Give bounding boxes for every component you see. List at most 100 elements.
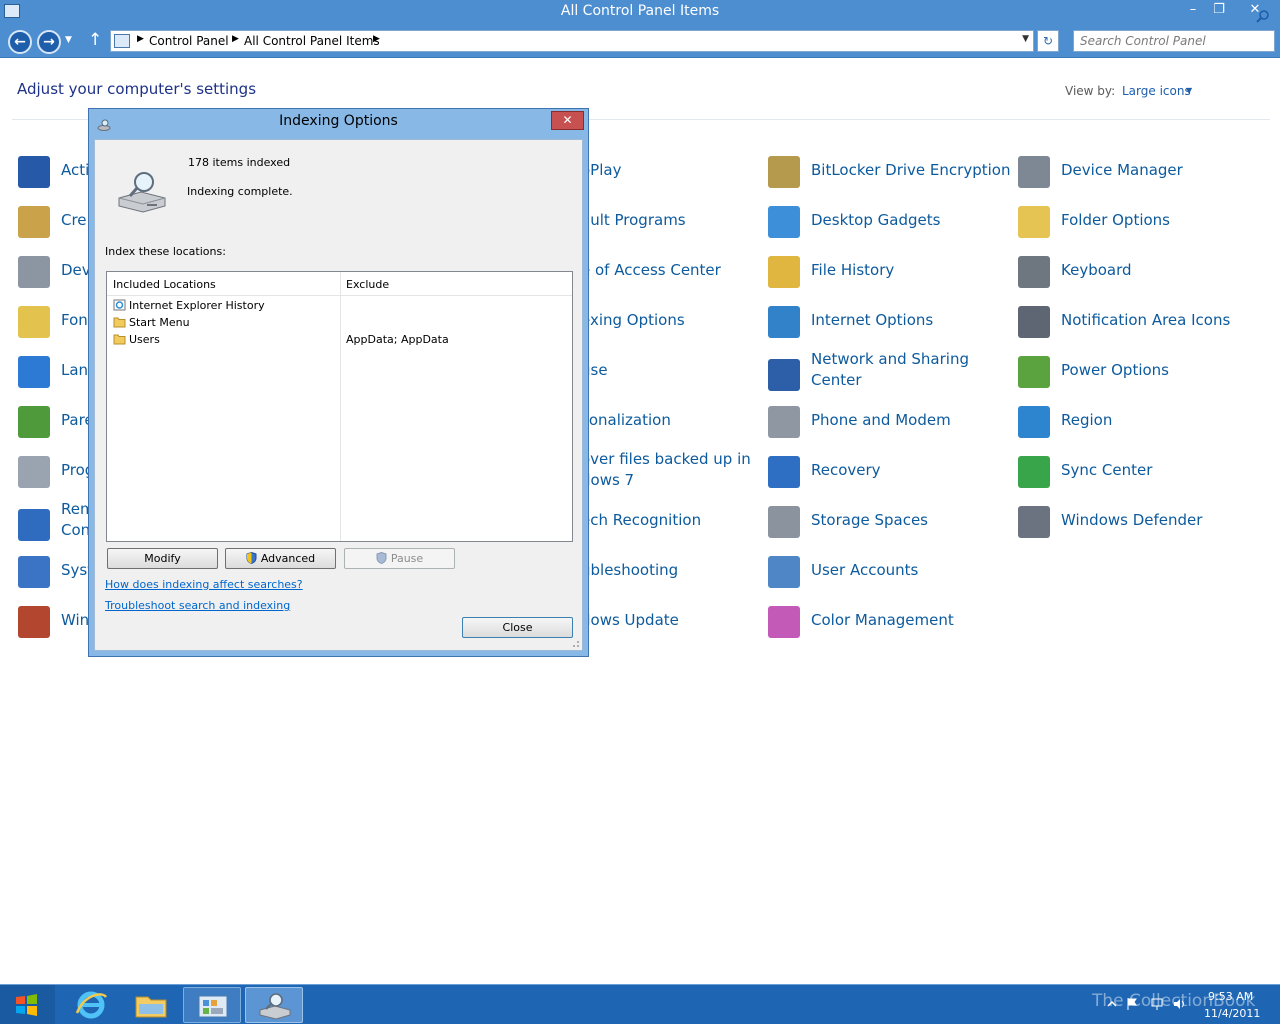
recovery-icon xyxy=(768,456,800,488)
control-panel-item-label: Phone and Modem xyxy=(811,411,951,429)
flag-icon xyxy=(18,156,50,188)
view-by-chevron-down-icon[interactable]: ▼ xyxy=(1186,86,1192,95)
maximize-button[interactable]: ❐ xyxy=(1206,0,1232,20)
search-icon[interactable] xyxy=(1256,9,1270,23)
control-panel-item[interactable]: Color Management xyxy=(768,606,1008,654)
breadcrumb-separator-icon[interactable]: ▶ xyxy=(373,34,380,44)
window-title: All Control Panel Items xyxy=(560,3,720,19)
breadcrumb-separator-icon[interactable]: ▶ xyxy=(232,34,239,44)
taskbar-indexing-options[interactable] xyxy=(245,987,303,1023)
index-locations-label: Index these locations: xyxy=(105,245,226,258)
show-hidden-icons-icon[interactable] xyxy=(1105,997,1119,1011)
control-panel-icon xyxy=(114,34,130,48)
breadcrumb-separator-icon[interactable]: ▶ xyxy=(137,34,144,44)
troubleshoot-indexing-link[interactable]: Troubleshoot search and indexing xyxy=(105,599,290,612)
taskbar-internet-explorer[interactable] xyxy=(62,987,120,1023)
control-panel-item-label: Win xyxy=(61,611,90,629)
dialog-body: 178 items indexed Indexing complete. Ind… xyxy=(94,139,583,651)
control-panel-item-label: Acti xyxy=(61,161,90,179)
control-panel-item[interactable]: Power Options xyxy=(1018,356,1258,404)
forward-button[interactable]: → xyxy=(37,30,61,54)
indexing-status: Indexing complete. xyxy=(187,185,293,198)
parental-icon xyxy=(18,406,50,438)
items-indexed-count: 178 items indexed xyxy=(188,156,291,169)
minimize-button[interactable]: – xyxy=(1180,0,1206,20)
location-row[interactable]: Users AppData; AppData xyxy=(107,332,572,349)
control-panel-item-label: ubleshooting xyxy=(581,561,679,579)
start-button[interactable] xyxy=(0,985,55,1024)
locations-table[interactable]: Included Locations Exclude Internet Expl… xyxy=(106,271,573,542)
control-panel-item-label: BitLocker Drive Encryption xyxy=(811,161,1011,179)
resize-grip-icon[interactable] xyxy=(570,638,580,648)
control-panel-item[interactable]: Folder Options xyxy=(1018,206,1258,254)
control-panel-item[interactable]: File History xyxy=(768,256,1008,304)
sync-icon xyxy=(1018,456,1050,488)
close-button[interactable]: Close xyxy=(462,617,573,638)
control-panel-item[interactable]: Windows Defender xyxy=(1018,506,1258,554)
storage-icon xyxy=(768,506,800,538)
indexing-drive-icon xyxy=(118,172,166,213)
clock-date[interactable]: 11/4/2011 xyxy=(1204,1007,1260,1020)
control-panel-item[interactable]: User Accounts xyxy=(768,556,1008,604)
control-panel-item-label: sonalization xyxy=(581,411,671,429)
folder-icon xyxy=(113,317,126,328)
pause-button[interactable]: Pause xyxy=(344,548,455,569)
language-icon xyxy=(18,356,50,388)
control-panel-item[interactable]: Desktop Gadgets xyxy=(768,206,1008,254)
advanced-button[interactable]: Advanced xyxy=(225,548,336,569)
address-bar[interactable]: ▶ Control Panel ▶ All Control Panel Item… xyxy=(110,30,1034,52)
address-history-dropdown-icon[interactable]: ▼ xyxy=(1022,34,1029,44)
control-panel-item[interactable]: Region xyxy=(1018,406,1258,454)
control-panel-item-label: User Accounts xyxy=(811,561,919,579)
control-panel-item-label: Desktop Gadgets xyxy=(811,211,941,229)
dialog-close-button[interactable]: ✕ xyxy=(551,111,584,130)
breadcrumb-all-items[interactable]: All Control Panel Items xyxy=(244,34,380,48)
control-panel-item-label: exing Options xyxy=(581,311,685,329)
control-panel-item[interactable]: Recovery xyxy=(768,456,1008,504)
control-panel-item-label: Windows Defender xyxy=(1061,511,1203,529)
control-panel-item-label: Internet Options xyxy=(811,311,934,329)
recent-pages-dropdown-icon[interactable]: ▼ xyxy=(65,35,72,45)
gadgets-icon xyxy=(768,206,800,238)
window-titlebar[interactable]: All Control Panel Items – ❐ ✕ xyxy=(0,0,1280,24)
control-panel-item-label: Color Management xyxy=(811,611,954,629)
clock-time[interactable]: 9:53 AM xyxy=(1208,990,1253,1003)
volume-icon[interactable] xyxy=(1172,997,1186,1011)
location-name: Internet Explorer History xyxy=(129,299,265,312)
network-icon[interactable] xyxy=(1150,997,1164,1011)
control-panel-item[interactable]: Keyboard xyxy=(1018,256,1258,304)
location-row[interactable]: Internet Explorer History xyxy=(107,298,572,315)
network-icon xyxy=(768,359,800,391)
back-button[interactable]: ← xyxy=(8,30,32,54)
taskbar-control-panel[interactable] xyxy=(183,987,241,1023)
action-center-flag-icon[interactable] xyxy=(1125,997,1139,1011)
search-input[interactable]: Search Control Panel xyxy=(1073,30,1275,52)
credential-icon xyxy=(18,206,50,238)
control-panel-item[interactable]: Internet Options xyxy=(768,306,1008,354)
file-history-icon xyxy=(768,256,800,288)
control-panel-item-label: Device Manager xyxy=(1061,161,1183,179)
modify-button[interactable]: Modify xyxy=(107,548,218,569)
control-panel-item[interactable]: Storage Spaces xyxy=(768,506,1008,554)
system-icon xyxy=(18,556,50,588)
location-row[interactable]: Start Menu xyxy=(107,315,572,332)
control-panel-item[interactable]: Phone and Modem xyxy=(768,406,1008,454)
file-explorer-icon xyxy=(135,996,167,1018)
control-panel-item[interactable]: Network and Sharing Center xyxy=(768,349,1008,393)
internet-explorer-icon xyxy=(75,991,108,1019)
control-panel-item[interactable]: Sync Center xyxy=(1018,456,1258,504)
control-panel-item-label: Dev xyxy=(61,261,91,279)
column-header-exclude[interactable]: Exclude xyxy=(346,278,389,291)
close-window-button[interactable]: ✕ xyxy=(1232,0,1278,20)
column-header-included[interactable]: Included Locations xyxy=(113,278,216,291)
remoteapp-icon xyxy=(18,509,50,541)
how-indexing-affects-link[interactable]: How does indexing affect searches? xyxy=(105,578,303,591)
control-panel-item[interactable]: Notification Area Icons xyxy=(1018,306,1258,354)
view-by-dropdown[interactable]: Large icons xyxy=(1122,84,1191,98)
taskbar-file-explorer[interactable] xyxy=(122,987,180,1023)
control-panel-item[interactable]: BitLocker Drive Encryption xyxy=(768,156,1011,204)
refresh-button[interactable]: ↻ xyxy=(1037,30,1059,52)
control-panel-item[interactable]: Device Manager xyxy=(1018,156,1258,204)
breadcrumb-control-panel[interactable]: Control Panel xyxy=(149,34,229,48)
up-arrow-icon[interactable]: ↑ xyxy=(88,30,102,50)
